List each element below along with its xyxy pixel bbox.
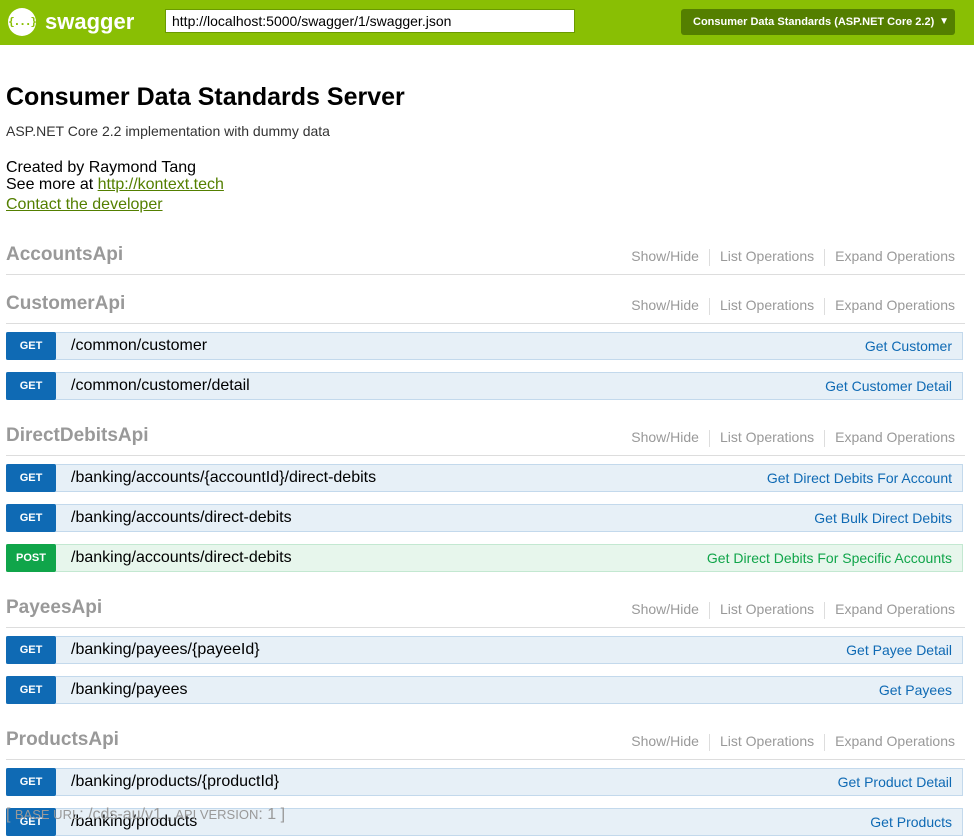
operation-row[interactable]: GET/banking/accounts/{accountId}/direct-…: [6, 464, 963, 492]
divider: [708, 601, 710, 619]
resource-actions: Show/Hide List Operations Expand Operation…: [631, 428, 955, 447]
base-url-footer: [ Base URL: /cds-au/v1 , Api Version: 1 …: [6, 806, 286, 823]
expand-operations-link[interactable]: Expand Operations: [835, 429, 955, 445]
page-title: Consumer Data Standards Server: [6, 83, 405, 111]
resource-name[interactable]: ProductsApi: [6, 726, 119, 754]
resource-header: PayeesApi Show/Hide List Operations Expand …: [6, 594, 965, 624]
resource-name[interactable]: CustomerApi: [6, 290, 125, 318]
resource-divider: [6, 759, 965, 760]
resource-actions: Show/Hide List Operations Expand Operation…: [631, 732, 955, 751]
show-hide-link[interactable]: Show/Hide: [631, 248, 699, 264]
divider: [824, 297, 826, 315]
resource-name[interactable]: DirectDebitsApi: [6, 422, 149, 450]
divider: [708, 297, 710, 315]
spec-select-dropdown[interactable]: Consumer Data Standards (ASP.NET Core 2.…: [681, 9, 955, 35]
list-operations-link[interactable]: List Operations: [720, 248, 814, 264]
resource-header: CustomerApi Show/Hide List Operations Expan…: [6, 290, 965, 320]
list-operations-link[interactable]: List Operations: [720, 429, 814, 445]
page-description: ASP.NET Core 2.2 implementation with dum…: [6, 123, 330, 139]
swagger-logo-icon: {...}: [8, 8, 37, 36]
author-text: Created by Raymond Tang: [6, 159, 197, 176]
api-version-value: : 1: [258, 806, 277, 823]
http-method-badge[interactable]: POST: [6, 544, 56, 572]
operation-path[interactable]: /banking/payees: [71, 677, 188, 703]
http-method-badge[interactable]: GET: [6, 372, 56, 400]
http-method-badge[interactable]: GET: [6, 676, 56, 704]
divider: [824, 248, 826, 266]
operation-row[interactable]: GET/banking/payees Get Payees: [6, 676, 963, 704]
http-method-badge[interactable]: GET: [6, 504, 56, 532]
operation-summary[interactable]: Get Bulk Direct Debits: [814, 505, 952, 531]
base-url-value: : /cds-au/v1: [79, 806, 162, 823]
http-method-badge[interactable]: GET: [6, 636, 56, 664]
spec-url-input[interactable]: [165, 9, 575, 33]
operation-path[interactable]: /banking/accounts/{accountId}/direct-deb…: [71, 465, 376, 491]
resource-header: AccountsApi Show/Hide List Operations Expan…: [6, 241, 965, 271]
expand-operations-link[interactable]: Expand Operations: [835, 733, 955, 749]
caret-down-icon: ▼: [939, 16, 949, 27]
resource-name[interactable]: AccountsApi: [6, 241, 123, 269]
resource-name[interactable]: PayeesApi: [6, 594, 102, 622]
operation-row[interactable]: GET/banking/accounts/direct-debits Get Bu…: [6, 504, 963, 532]
list-operations-link[interactable]: List Operations: [720, 297, 814, 313]
operation-summary[interactable]: Get Customer: [865, 333, 952, 359]
website-link[interactable]: http://kontext.tech: [98, 176, 224, 193]
operation-path[interactable]: /banking/accounts/direct-debits: [71, 545, 292, 571]
operation-summary[interactable]: Get Customer Detail: [825, 373, 952, 399]
http-method-badge[interactable]: GET: [6, 332, 56, 360]
resource-divider: [6, 274, 965, 275]
contact-developer-link[interactable]: Contact the developer: [6, 196, 163, 214]
operation-row[interactable]: POST/banking/accounts/direct-debits Get D…: [6, 544, 963, 572]
swagger-logo[interactable]: {...} swagger: [8, 6, 134, 38]
operation-row[interactable]: GET/common/customer Get Customer: [6, 332, 963, 360]
resource-actions: Show/Hide List Operations Expand Operation…: [631, 600, 955, 619]
operation-path[interactable]: /common/customer/detail: [71, 373, 250, 399]
divider: [824, 429, 826, 447]
show-hide-link[interactable]: Show/Hide: [631, 601, 699, 617]
see-more-text: See more at http://kontext.tech: [6, 176, 224, 193]
spec-select-value: Consumer Data Standards (ASP.NET Core 2.…: [693, 16, 935, 28]
resource-divider: [6, 455, 965, 456]
operation-path[interactable]: /banking/products/{productId}: [71, 769, 279, 795]
list-operations-link[interactable]: List Operations: [720, 601, 814, 617]
expand-operations-link[interactable]: Expand Operations: [835, 601, 955, 617]
operation-summary[interactable]: Get Product Detail: [838, 769, 952, 795]
resource-actions: Show/Hide List Operations Expand Operation…: [631, 247, 955, 266]
show-hide-link[interactable]: Show/Hide: [631, 429, 699, 445]
resource-header: DirectDebitsApi Show/Hide List Operations E…: [6, 422, 965, 452]
resource-actions: Show/Hide List Operations Expand Operation…: [631, 296, 955, 315]
show-hide-link[interactable]: Show/Hide: [631, 733, 699, 749]
resource-header: ProductsApi Show/Hide List Operations Expan…: [6, 726, 965, 756]
operation-path[interactable]: /common/customer: [71, 333, 207, 359]
divider: [708, 429, 710, 447]
divider: [824, 601, 826, 619]
operation-path[interactable]: /banking/accounts/direct-debits: [71, 505, 292, 531]
expand-operations-link[interactable]: Expand Operations: [835, 248, 955, 264]
resource-divider: [6, 627, 965, 628]
operation-row[interactable]: GET/banking/products/{productId} Get Prod…: [6, 768, 963, 796]
api-version-label: Api Version: [175, 807, 259, 822]
expand-operations-link[interactable]: Expand Operations: [835, 297, 955, 313]
http-method-badge[interactable]: GET: [6, 768, 56, 796]
top-bar: {...} swagger Consumer Data Standards (A…: [0, 0, 974, 45]
operation-summary[interactable]: Get Direct Debits For Account: [767, 465, 952, 491]
operation-summary[interactable]: Get Payee Detail: [846, 637, 952, 663]
http-method-badge[interactable]: GET: [6, 464, 56, 492]
operation-row[interactable]: GET/common/customer/detail Get Customer D…: [6, 372, 963, 400]
divider: [824, 733, 826, 751]
operation-summary[interactable]: Get Products: [870, 809, 952, 835]
list-operations-link[interactable]: List Operations: [720, 733, 814, 749]
operation-summary[interactable]: Get Payees: [879, 677, 952, 703]
resource-divider: [6, 323, 965, 324]
operation-summary[interactable]: Get Direct Debits For Specific Accounts: [707, 545, 952, 571]
operation-row[interactable]: GET/banking/payees/{payeeId} Get Payee De…: [6, 636, 963, 664]
operation-path[interactable]: /banking/payees/{payeeId}: [71, 637, 260, 663]
base-url-label: Base URL: [14, 807, 80, 822]
brand-name: swagger: [45, 9, 135, 34]
show-hide-link[interactable]: Show/Hide: [631, 297, 699, 313]
divider: [708, 733, 710, 751]
divider: [708, 248, 710, 266]
